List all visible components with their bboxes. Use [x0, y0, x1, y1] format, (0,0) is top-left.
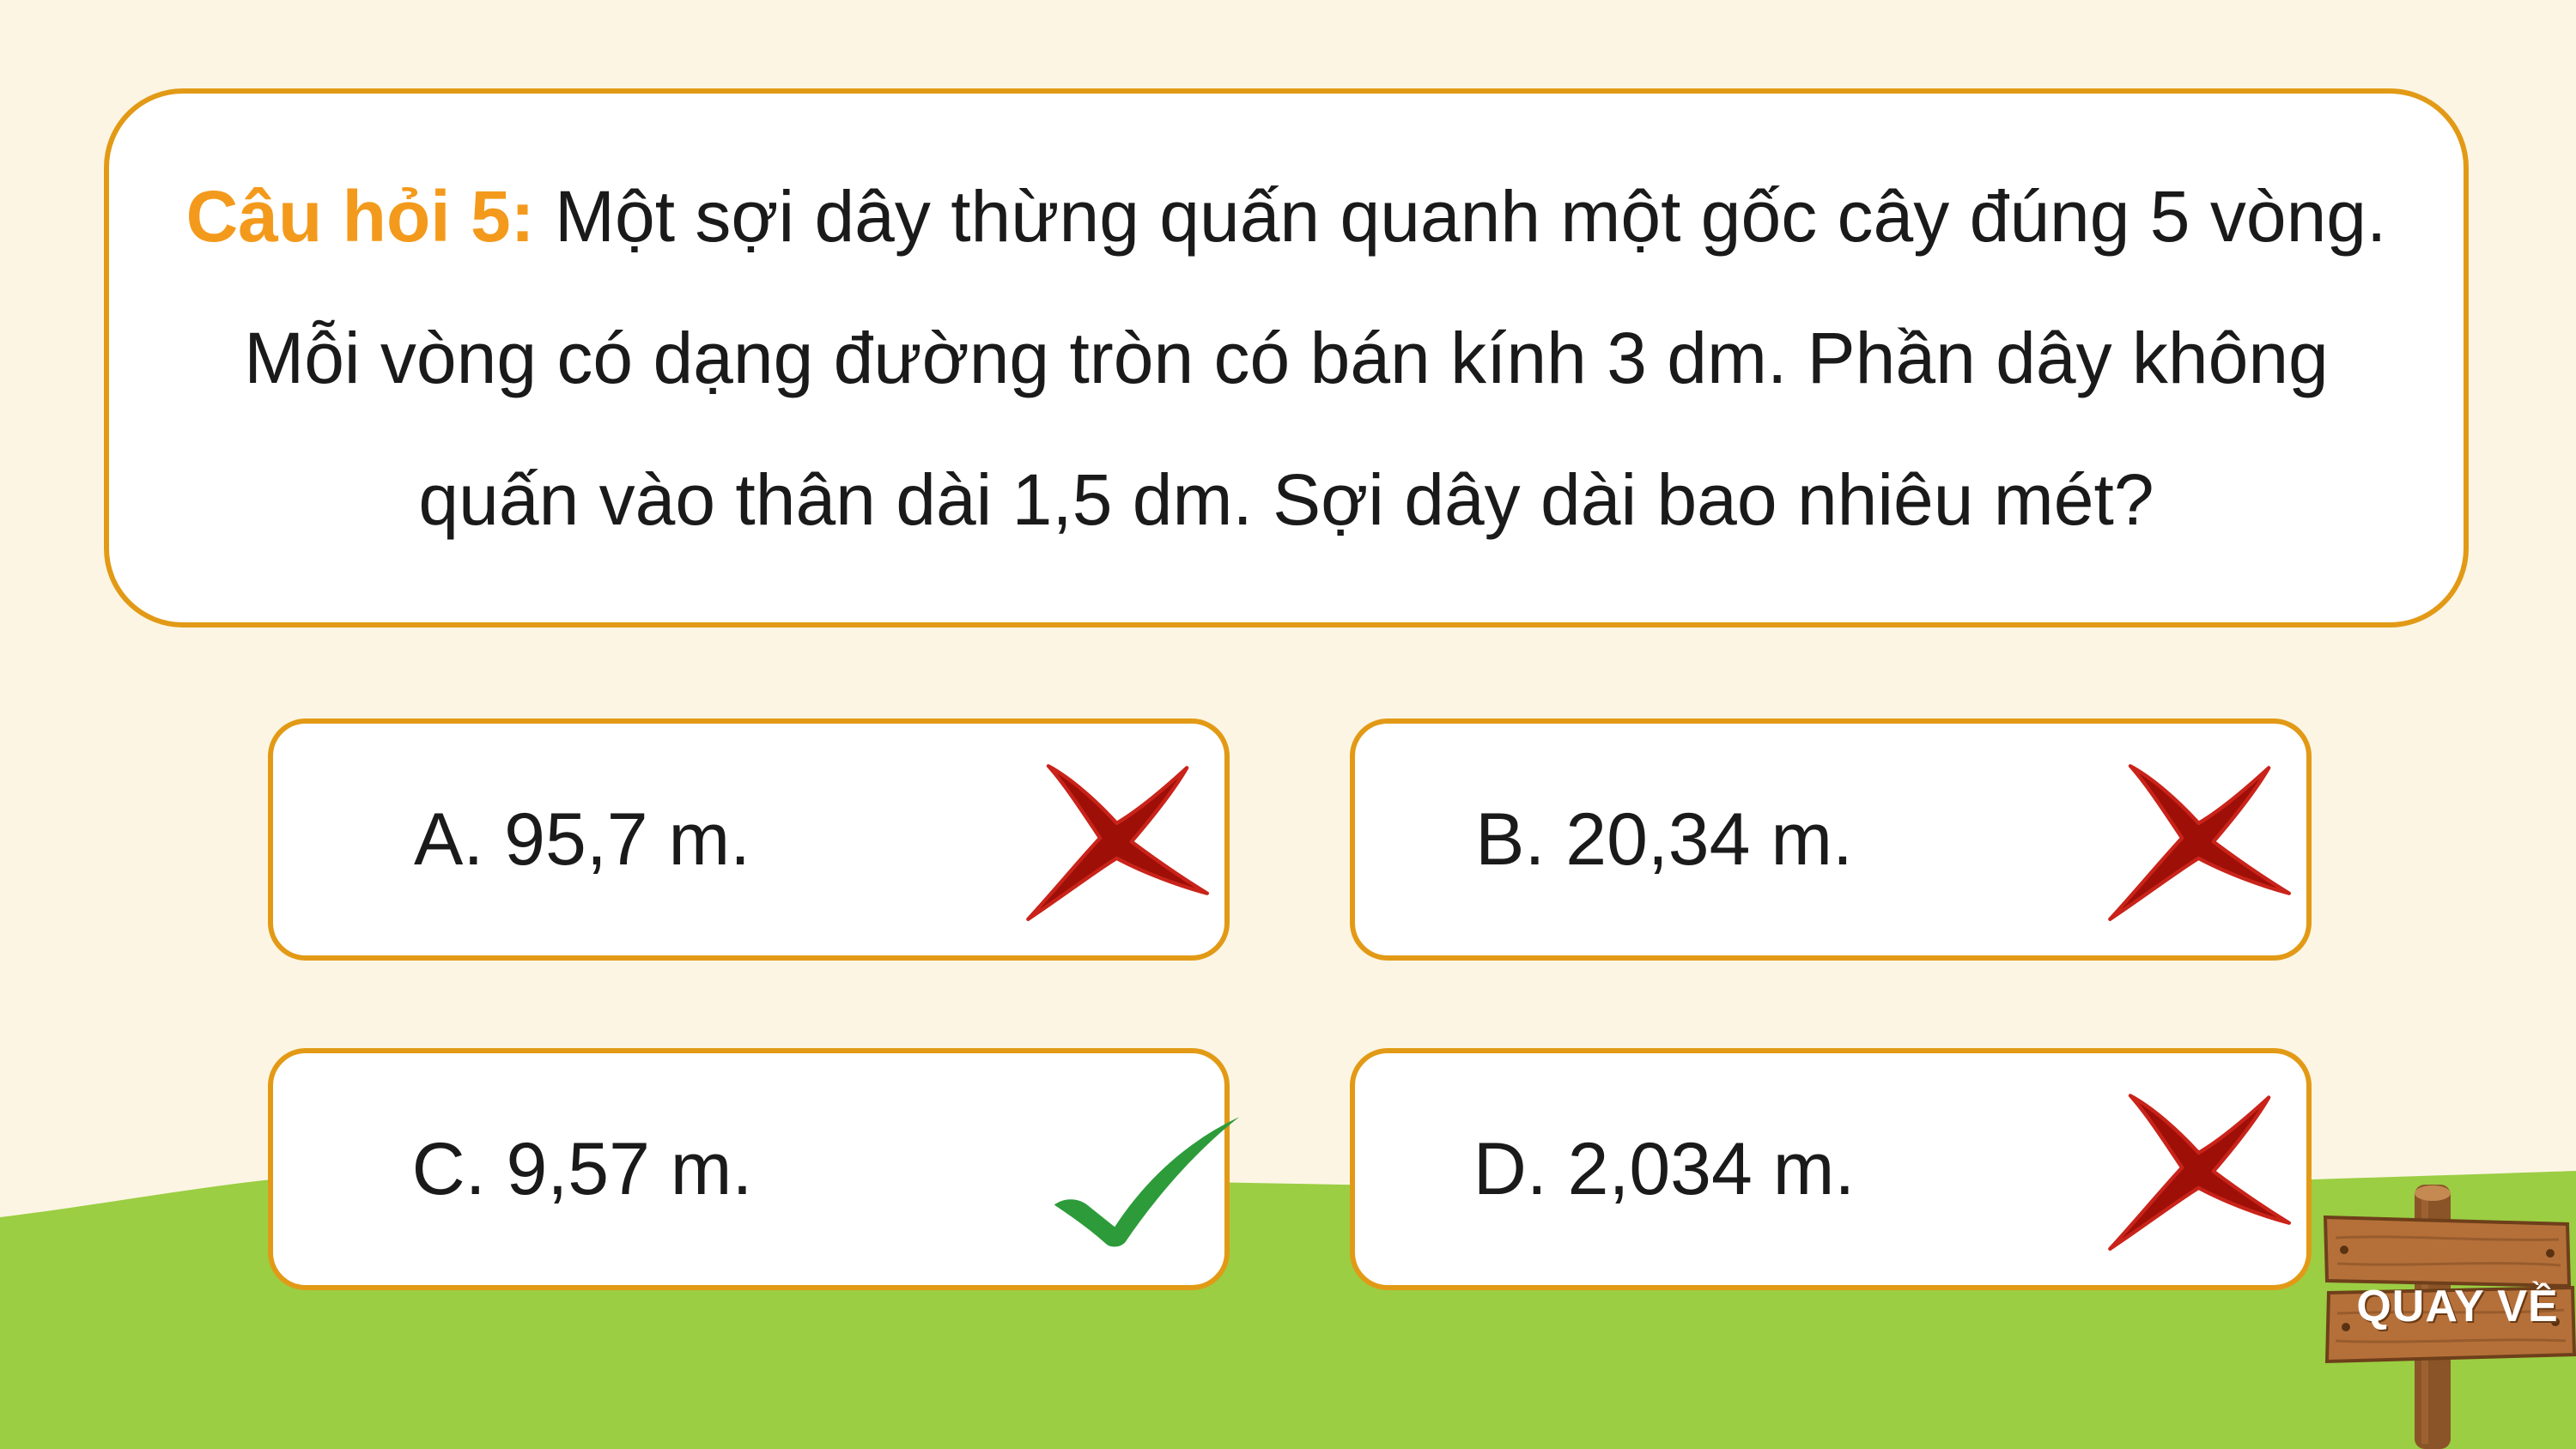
answer-a-text: A. 95,7 m.	[414, 797, 750, 881]
quiz-slide: Câu hỏi 5: Một sợi dây thừng quấn quanh …	[0, 0, 2576, 1449]
question-box: Câu hỏi 5: Một sợi dây thừng quấn quanh …	[104, 88, 2469, 627]
answer-option-b[interactable]: B. 20,34 m.	[1350, 718, 2312, 961]
back-button-label: QUAY VỀ	[2356, 1282, 2559, 1331]
answer-d-text: D. 2,034 m.	[1473, 1127, 1856, 1210]
cross-icon	[2108, 1094, 2291, 1251]
answer-option-c[interactable]: C. 9,57 m.	[268, 1048, 1240, 1290]
question-body: Một sợi dây thừng quấn quanh một gốc cây…	[244, 175, 2387, 540]
cross-icon	[1026, 764, 1209, 921]
back-button[interactable]: QUAY VỀ	[2318, 1185, 2576, 1449]
question-text-block: Câu hỏi 5: Một sợi dây thừng quấn quanh …	[169, 146, 2403, 571]
answer-option-a[interactable]: A. 95,7 m.	[268, 718, 1230, 961]
check-icon	[1054, 1117, 1240, 1247]
answer-option-d[interactable]: D. 2,034 m.	[1350, 1048, 2312, 1290]
cross-icon	[2108, 764, 2291, 921]
answer-c-text: C. 9,57 m.	[411, 1127, 753, 1210]
answer-b-text: B. 20,34 m.	[1475, 797, 1853, 881]
question-label: Câu hỏi 5:	[185, 175, 535, 257]
